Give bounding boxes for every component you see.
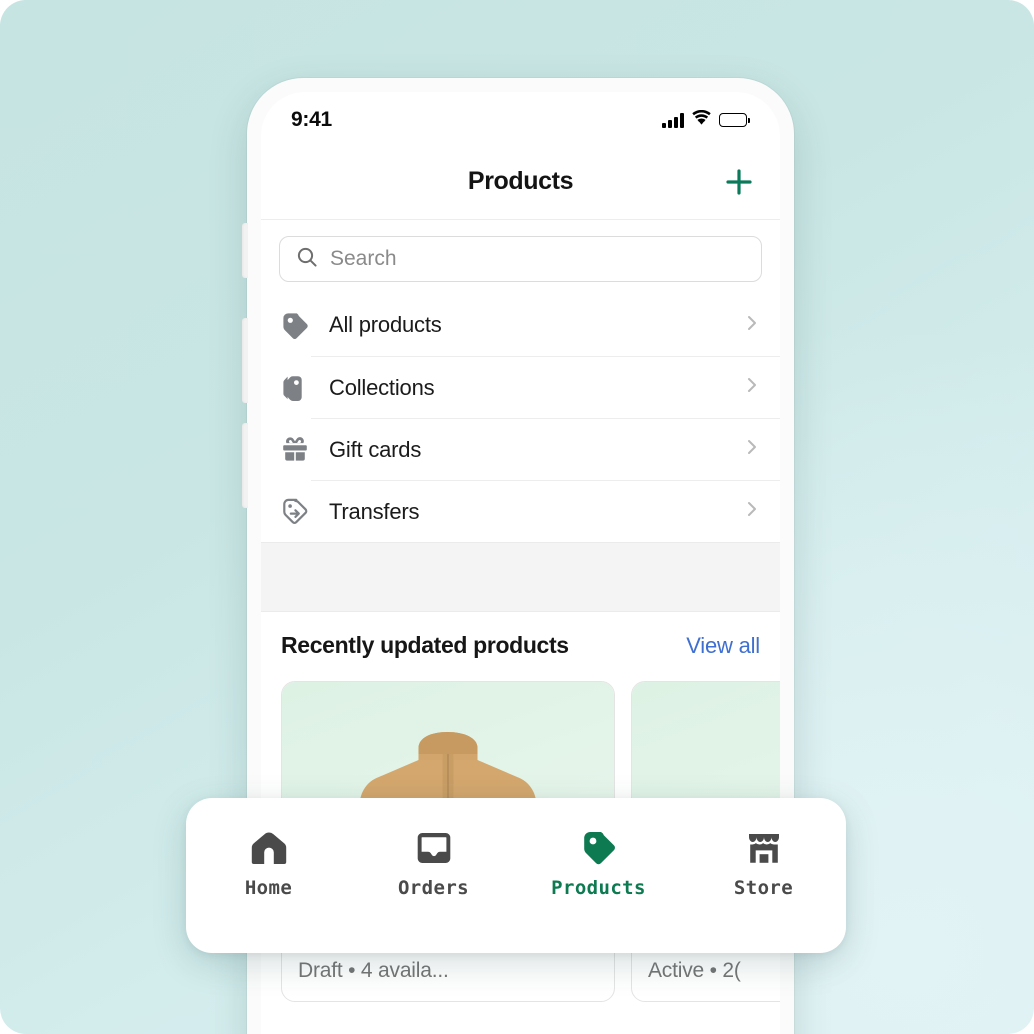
search-box[interactable] xyxy=(279,236,762,282)
collection-tags-icon xyxy=(279,371,311,403)
tab-home[interactable]: Home xyxy=(186,828,351,899)
chevron-right-icon xyxy=(742,375,762,400)
phone-volume-up-button[interactable] xyxy=(242,318,248,403)
page-title: Products xyxy=(467,167,574,195)
screenshot-stage: 9:41 Products Search All products Collec… xyxy=(0,0,1034,1034)
home-icon xyxy=(249,828,289,868)
phone-silent-switch[interactable] xyxy=(242,223,248,278)
search-input[interactable] xyxy=(330,247,745,271)
products-menu-list: All products Collections Gift cards Tran… xyxy=(261,294,780,542)
wifi-icon xyxy=(691,109,712,131)
chevron-right-icon xyxy=(742,499,762,524)
tab-orders[interactable]: Orders xyxy=(351,828,516,899)
status-bar: 9:41 xyxy=(261,92,780,144)
cellular-signal-icon xyxy=(662,112,684,128)
menu-item-gift-cards[interactable]: Gift cards xyxy=(261,418,780,480)
menu-item-label: Transfers xyxy=(329,498,420,524)
nav-bar: Products xyxy=(261,144,780,220)
transfer-icon xyxy=(279,495,311,527)
tab-products[interactable]: Products xyxy=(516,828,681,899)
tab-label: Store xyxy=(733,877,794,899)
view-all-link[interactable]: View all xyxy=(686,633,760,659)
product-status-meta: Draft • 4 availa... xyxy=(298,959,449,982)
status-bar-icons xyxy=(662,106,750,131)
section-title: Recently updated products xyxy=(281,632,569,658)
price-tag-icon xyxy=(279,309,311,341)
chevron-right-icon xyxy=(742,313,762,338)
menu-item-transfers[interactable]: Transfers xyxy=(261,480,780,542)
section-gap xyxy=(261,542,780,612)
gift-icon xyxy=(279,433,311,465)
price-tag-icon xyxy=(579,828,619,868)
menu-item-collections[interactable]: Collections xyxy=(261,356,780,418)
status-bar-time: 9:41 xyxy=(291,108,332,131)
recently-updated-header: Recently updated products View all xyxy=(261,632,780,659)
tab-store[interactable]: Store xyxy=(681,828,846,899)
battery-full-icon xyxy=(718,113,750,127)
menu-item-all-products[interactable]: All products xyxy=(261,294,780,356)
add-product-button[interactable] xyxy=(720,163,758,201)
product-status-meta: Active • 2( xyxy=(648,959,741,982)
phone-volume-down-button[interactable] xyxy=(242,423,248,508)
tab-label: Home xyxy=(244,877,293,899)
search-container xyxy=(261,220,780,294)
menu-item-label: Gift cards xyxy=(329,436,422,462)
menu-item-label: Collections xyxy=(329,374,435,400)
search-icon xyxy=(296,246,318,273)
plus-icon xyxy=(726,168,752,195)
tab-label: Products xyxy=(551,877,646,899)
bottom-tab-bar: Home Orders Products Store xyxy=(186,798,846,953)
storefront-icon xyxy=(744,828,784,868)
tab-label: Orders xyxy=(397,877,470,899)
menu-item-label: All products xyxy=(329,312,442,337)
orders-inbox-icon xyxy=(414,828,454,868)
chevron-right-icon xyxy=(742,437,762,462)
